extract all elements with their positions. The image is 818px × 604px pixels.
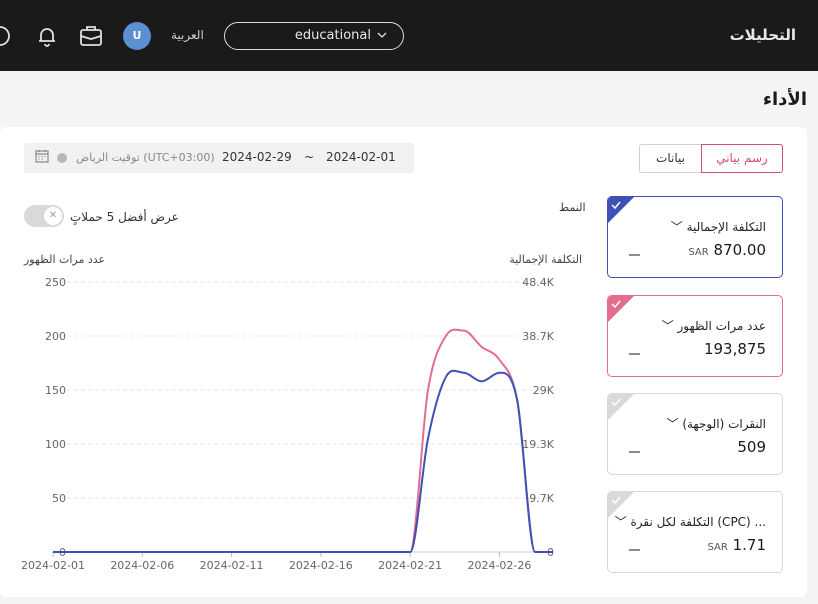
metric-value: SAR 870.00 bbox=[688, 241, 766, 259]
briefcase-icon[interactable] bbox=[79, 24, 103, 48]
metric-card-impressions[interactable]: ﹀ عدد مرات الظهور 193,875 bbox=[607, 295, 783, 377]
top-campaigns-label: عرض أفضل 5 حملاتٍ bbox=[70, 210, 179, 224]
minus-icon bbox=[629, 353, 640, 355]
close-icon: ✕ bbox=[44, 207, 62, 225]
left-tick-label: 200 bbox=[45, 330, 66, 343]
top-campaigns-toggle[interactable]: ✕ bbox=[24, 205, 64, 227]
calendar-icon[interactable] bbox=[35, 149, 49, 163]
metric-label: ﹀ التكلفة الإجمالية bbox=[670, 220, 766, 234]
chevron-down-icon: ﹀ bbox=[670, 220, 687, 234]
date-range-picker[interactable]: توقيت الرياض (UTC+03:00) 2024-02-29 ~ 20… bbox=[24, 143, 414, 173]
series-line-0 bbox=[52, 328, 553, 553]
bell-icon[interactable] bbox=[35, 24, 59, 48]
info-icon[interactable] bbox=[57, 153, 67, 163]
check-icon bbox=[608, 296, 634, 322]
left-tick-label: 250 bbox=[45, 276, 66, 289]
start-date[interactable]: 2024-02-01 bbox=[326, 150, 396, 164]
account-name: educational bbox=[294, 28, 371, 43]
page-title: الأداء bbox=[762, 89, 807, 110]
left-tick-label: 50 bbox=[52, 492, 66, 505]
series-line-1 bbox=[52, 369, 553, 553]
x-tick-label: 2024-02-16 bbox=[289, 559, 353, 572]
mode-label: النمط bbox=[559, 201, 586, 214]
x-tick-label: 2024-02-26 bbox=[467, 559, 531, 572]
performance-chart: عدد مرات الظهور التكلفة الإجمالية 250 48.4K… bbox=[21, 253, 582, 572]
check-icon bbox=[608, 197, 634, 223]
minus-icon bbox=[629, 549, 640, 551]
metric-value: SAR 1.71 bbox=[707, 536, 766, 554]
metric-card-cpc[interactable]: ﹀ التكلفة لكل نقرة (CPC) ... SAR 1.71 bbox=[607, 491, 783, 573]
right-tick-label: 29K bbox=[533, 384, 555, 397]
x-tick-label: 2024-02-21 bbox=[378, 559, 442, 572]
chevron-down-icon bbox=[377, 32, 387, 38]
x-tick-label: 2024-02-01 bbox=[21, 559, 85, 572]
tab-chart[interactable]: رسم بياني bbox=[701, 144, 783, 173]
timezone-label: توقيت الرياض (UTC+03:00) bbox=[76, 151, 215, 164]
minus-icon bbox=[629, 254, 640, 256]
metric-card-total-cost[interactable]: ﹀ التكلفة الإجمالية SAR 870.00 bbox=[607, 196, 783, 278]
chevron-down-icon: ﹀ bbox=[614, 515, 631, 529]
app-title: التحليلات bbox=[729, 26, 796, 44]
metric-card-clicks[interactable]: ﹀ النقرات (الوجهة) 509 bbox=[607, 393, 783, 475]
metric-value: 509 bbox=[737, 438, 766, 456]
minus-icon bbox=[629, 451, 640, 453]
right-axis-label: التكلفة الإجمالية bbox=[509, 253, 582, 266]
x-tick-label: 2024-02-11 bbox=[200, 559, 264, 572]
chevron-down-icon: ﹀ bbox=[661, 319, 678, 333]
left-tick-label: 100 bbox=[45, 438, 66, 451]
right-tick-label: 19.3K bbox=[522, 438, 554, 451]
end-date[interactable]: 2024-02-29 bbox=[222, 150, 292, 164]
right-tick-label: 38.7K bbox=[522, 330, 554, 343]
avatar[interactable]: U bbox=[123, 22, 151, 50]
check-icon bbox=[608, 394, 634, 420]
metric-label: ﹀ عدد مرات الظهور bbox=[661, 319, 766, 333]
right-tick-label: 48.4K bbox=[522, 276, 554, 289]
metric-label: ﹀ النقرات (الوجهة) bbox=[666, 417, 766, 431]
x-tick-label: 2024-02-06 bbox=[110, 559, 174, 572]
left-axis-label: عدد مرات الظهور bbox=[23, 253, 105, 266]
metric-value: 193,875 bbox=[703, 340, 766, 358]
date-separator: ~ bbox=[304, 150, 315, 164]
top-bar: U العربية educational التحليلات bbox=[0, 0, 818, 71]
left-tick-label: 150 bbox=[45, 384, 66, 397]
language-switch[interactable]: العربية bbox=[171, 28, 204, 42]
metric-label: ﹀ التكلفة لكل نقرة (CPC) ... bbox=[614, 515, 766, 529]
chevron-down-icon: ﹀ bbox=[666, 417, 683, 431]
tab-data[interactable]: بيانات bbox=[639, 144, 702, 173]
right-tick-label: 9.7K bbox=[529, 492, 554, 505]
account-selector[interactable]: educational bbox=[224, 22, 404, 50]
help-icon[interactable] bbox=[0, 24, 12, 48]
